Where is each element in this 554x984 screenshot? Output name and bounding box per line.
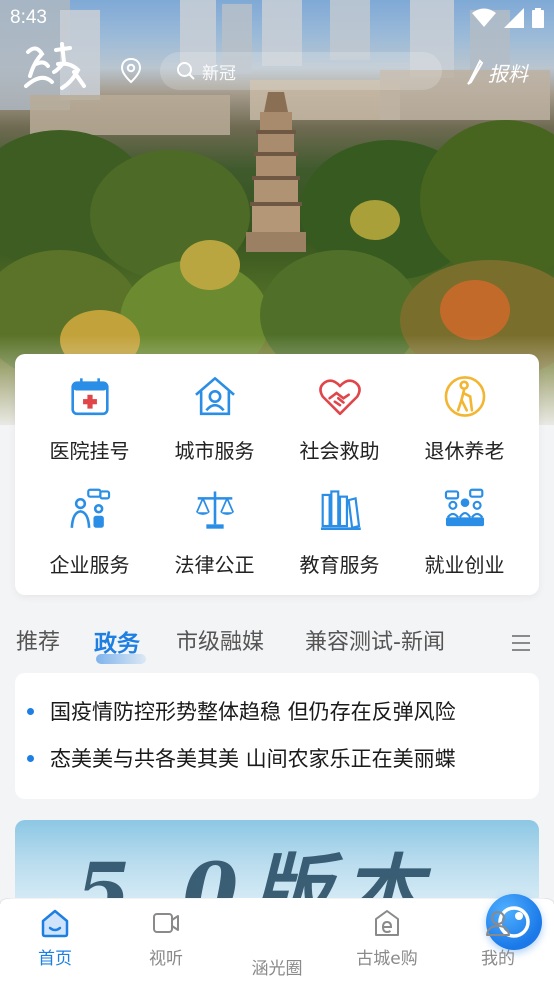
service-hospital-registration[interactable]: 医院挂号 bbox=[24, 354, 155, 464]
top-bar: 新冠 报料 bbox=[0, 40, 554, 100]
logo-calligraphy-icon bbox=[24, 42, 86, 90]
system-indicators bbox=[472, 8, 544, 28]
nav-shop[interactable]: 古城e购 bbox=[347, 908, 427, 974]
nav-label: 视听 bbox=[149, 949, 183, 969]
nav-label: 古城e购 bbox=[356, 949, 418, 969]
nav-label: 涵光圈 bbox=[251, 959, 303, 979]
category-tabs: 推荐 政务 市级融媒 兼容测试-新闻 bbox=[0, 616, 554, 666]
nav-home[interactable]: 首页 bbox=[15, 908, 95, 974]
status-bar: 8:43 bbox=[0, 0, 554, 36]
news-item[interactable]: 态美美与共各美其美 山间农家乐正在美丽蝶 bbox=[27, 738, 537, 778]
service-enterprise[interactable]: 企业服务 bbox=[24, 468, 155, 578]
service-retirement[interactable]: 退休养老 bbox=[399, 354, 530, 464]
tab-city-media[interactable]: 市级融媒 bbox=[176, 624, 264, 656]
service-grid: 医院挂号 城市服务 社会救助 退休养老 企业服务 法律公正 教育服务 就业创业 bbox=[15, 354, 539, 595]
service-label: 医院挂号 bbox=[49, 439, 130, 463]
nav-circle[interactable]: 涵光圈 bbox=[237, 894, 542, 979]
service-label: 城市服务 bbox=[174, 439, 255, 463]
bullet-dot bbox=[27, 707, 34, 715]
pen-icon bbox=[467, 59, 484, 85]
enterprise-people-icon bbox=[70, 488, 110, 528]
service-employment[interactable]: 就业创业 bbox=[399, 468, 530, 578]
nav-label: 首页 bbox=[38, 949, 72, 969]
bottom-navigation: 首页 视听 涵光圈 古城e购 我的 bbox=[0, 894, 554, 984]
service-label: 就业创业 bbox=[424, 553, 505, 577]
hospital-calendar-icon bbox=[70, 378, 109, 416]
pagoda-image bbox=[246, 92, 306, 252]
shop-e-icon bbox=[375, 910, 399, 936]
search-icon bbox=[177, 62, 195, 80]
report-button[interactable]: 报料 bbox=[466, 54, 528, 90]
service-label: 教育服务 bbox=[299, 553, 380, 577]
employment-icon bbox=[444, 488, 484, 527]
tab-government[interactable]: 政务 bbox=[94, 624, 140, 658]
news-item[interactable]: 国疫情防控形势整体趋稳 但仍存在反弹风险 bbox=[27, 691, 537, 731]
news-ticker: 国疫情防控形势整体趋稳 但仍存在反弹风险 态美美与共各美其美 山间农家乐正在美丽… bbox=[15, 673, 539, 799]
scales-icon bbox=[195, 491, 234, 529]
app-logo bbox=[22, 42, 88, 94]
bullet-dot bbox=[27, 754, 34, 762]
service-social-aid[interactable]: 社会救助 bbox=[274, 354, 405, 464]
home-icon bbox=[41, 909, 69, 938]
service-legal[interactable]: 法律公正 bbox=[149, 468, 280, 578]
nav-video[interactable]: 视听 bbox=[126, 908, 206, 974]
tab-recommend[interactable]: 推荐 bbox=[16, 624, 60, 656]
handshake-heart-icon bbox=[318, 379, 361, 416]
report-label: 报料 bbox=[488, 61, 528, 86]
tab-compat-test-news[interactable]: 兼容测试-新闻 bbox=[305, 624, 445, 656]
location-pin-icon[interactable] bbox=[120, 58, 142, 84]
news-headline: 国疫情防控形势整体趋稳 但仍存在反弹风险 bbox=[50, 700, 456, 724]
service-city[interactable]: 城市服务 bbox=[149, 354, 280, 464]
video-icon bbox=[153, 913, 179, 933]
service-education[interactable]: 教育服务 bbox=[274, 468, 405, 578]
service-label: 社会救助 bbox=[299, 439, 380, 463]
search-input[interactable]: 新冠 bbox=[160, 52, 442, 90]
status-time: 8:43 bbox=[10, 7, 47, 28]
service-label: 退休养老 bbox=[424, 439, 505, 463]
elderly-cane-icon bbox=[444, 376, 485, 417]
service-label: 企业服务 bbox=[49, 553, 130, 577]
tab-menu-button[interactable] bbox=[498, 626, 538, 658]
nav-label: 我的 bbox=[481, 949, 515, 969]
search-placeholder: 新冠 bbox=[202, 63, 236, 84]
city-service-icon bbox=[194, 377, 235, 416]
app-screen: 8:43 新冠 报料 医院挂号 城市服务 社会救助 退休养老 企业服务 法律公正… bbox=[0, 0, 554, 984]
user-icon bbox=[486, 911, 510, 936]
service-label: 法律公正 bbox=[174, 553, 255, 577]
news-headline: 态美美与共各美其美 山间农家乐正在美丽蝶 bbox=[50, 747, 456, 771]
menu-lines-icon bbox=[512, 635, 530, 651]
wifi-icon bbox=[472, 8, 496, 27]
signal-icon bbox=[504, 8, 524, 28]
nav-profile[interactable]: 我的 bbox=[458, 908, 538, 974]
battery-icon bbox=[532, 8, 544, 28]
books-icon bbox=[320, 490, 361, 530]
